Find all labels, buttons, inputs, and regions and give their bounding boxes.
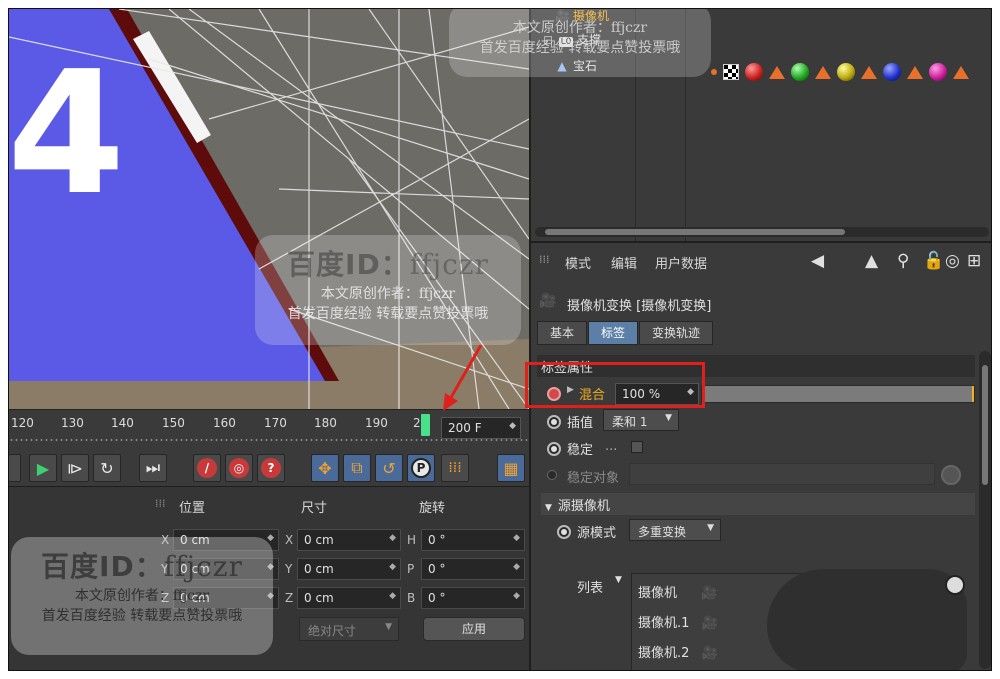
- watermark-notice: 首发百度经验 转载要点赞投票哦: [479, 40, 681, 56]
- watermark-id: 百度ID：ffjczr: [255, 243, 521, 283]
- watermark-author: 本文原创作者：ffjczr: [512, 20, 648, 36]
- watermark-notice: 首发百度经验 转载要点赞投票哦: [287, 306, 489, 322]
- watermark-id-prefix: 百度ID：: [287, 248, 410, 281]
- watermark-author: 本文原创作者：ffjczr: [320, 286, 456, 302]
- watermark-id-handle: ffjczr: [409, 248, 489, 281]
- app-window: 4 120 130 140 150 160 170 180 190 2 200 …: [8, 8, 992, 671]
- watermark-notice: 首发百度经验 转载要点赞投票哦: [41, 608, 243, 624]
- watermark-id-handle: ffjczr: [163, 550, 243, 583]
- watermark-author: 本文原创作者：ffjczr: [74, 588, 210, 604]
- watermark-top: 本文原创作者：ffjczr 首发百度经验 转载要点赞投票哦: [449, 9, 711, 77]
- watermark-bottom: 百度ID：ffjczr 本文原创作者：ffjczr 首发百度经验 转载要点赞投票…: [11, 537, 273, 655]
- watermark-id-prefix: 百度ID：: [41, 550, 164, 583]
- watermark-id: 百度ID：ffjczr: [11, 545, 273, 585]
- watermark-center: 百度ID：ffjczr 本文原创作者：ffjczr 首发百度经验 转载要点赞投票…: [255, 235, 521, 345]
